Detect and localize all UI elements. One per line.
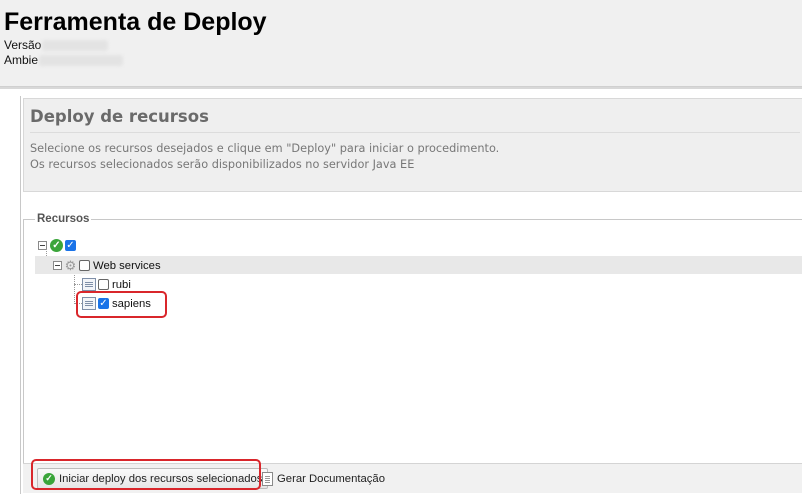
tree-group-web-services: ⚙ Web services [53,257,161,274]
panel-instruction: Selecione os recursos desejados e clique… [30,142,500,155]
generate-docs-button[interactable]: Gerar Documentação [262,468,385,489]
app-header: Ferramenta de Deploy Versão Ambie [0,0,802,87]
rubi-label: rubi [112,278,131,291]
frame-left-border [20,96,21,494]
panel-description: Os recursos selecionados serão disponibi… [30,158,415,171]
version-line: Versão [4,38,109,53]
info-panel: Deploy de recursos Selecione os recursos… [23,98,802,192]
deploy-highlight-box [31,459,261,490]
header-divider [0,87,802,89]
web-services-checkbox[interactable] [79,260,90,271]
document-icon [262,471,273,486]
tree-connector [74,272,75,304]
resources-legend: Recursos [35,213,92,225]
version-label: Versão [4,38,42,52]
tree-connector [74,284,82,285]
gear-icon: ⚙ [64,258,77,273]
generate-docs-label: Gerar Documentação [277,472,385,485]
tree-root: ✓ ✓ [38,237,76,254]
redacted-version [42,40,109,52]
panel-divider [30,132,800,133]
app-title: Ferramenta de Deploy [4,8,267,36]
environment-label: Ambie [4,53,39,67]
web-services-label: Web services [93,259,161,272]
environment-line: Ambie [4,53,124,68]
check-circle-icon: ✓ [50,239,63,252]
redacted-environment [39,55,124,67]
root-checkbox[interactable]: ✓ [65,240,76,251]
sapiens-highlight-box [76,291,167,318]
panel-title: Deploy de recursos [30,107,209,126]
service-doc-icon [82,278,96,291]
rubi-checkbox[interactable] [98,279,109,290]
collapse-web-services-icon[interactable] [53,261,62,270]
